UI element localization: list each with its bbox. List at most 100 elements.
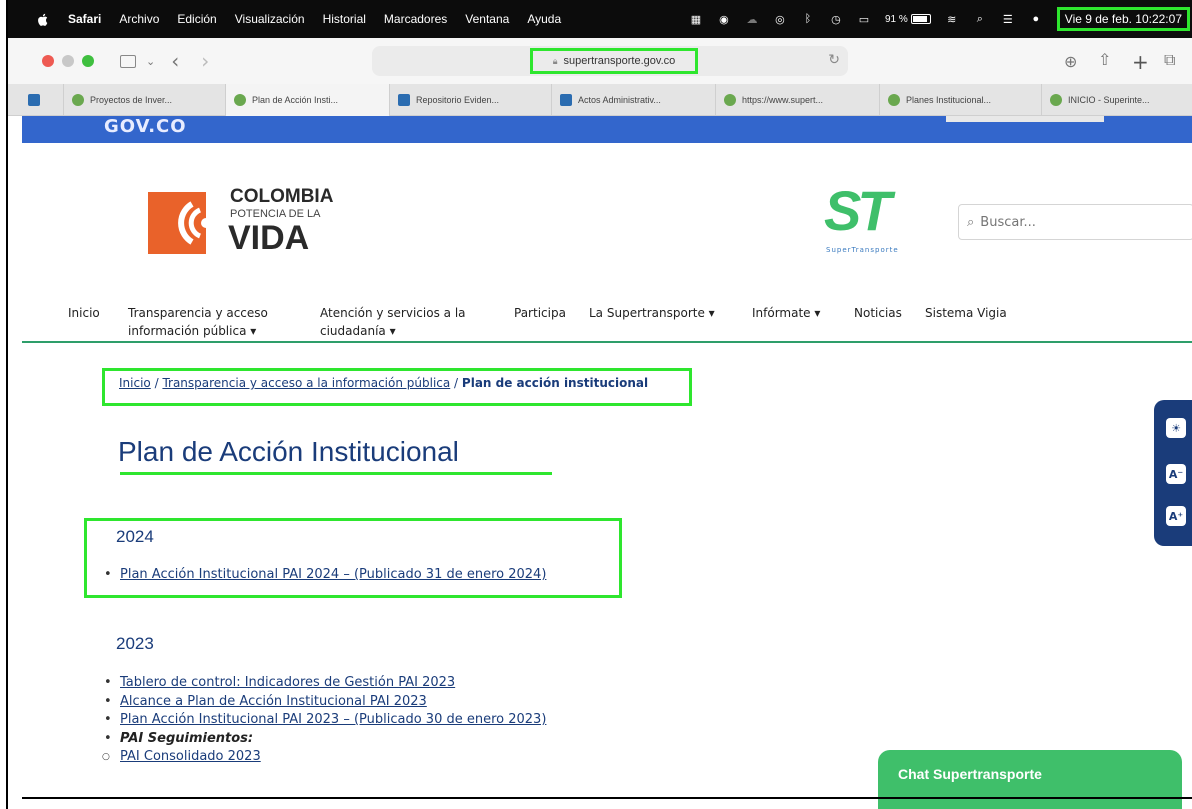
tab-inicio[interactable]: INICIO - Superinte...	[1042, 84, 1192, 116]
bluetooth-icon[interactable]: ᛒ	[801, 12, 815, 26]
list-2024: Plan Acción Institucional PAI 2024 – (Pu…	[100, 566, 546, 585]
colombia-potencia-logo[interactable]: COLOMBIA POTENCIA DE LA VIDA	[148, 186, 338, 258]
list-item: PAI Consolidado 2023	[100, 748, 546, 767]
menu-edicion[interactable]: Edición	[177, 12, 216, 26]
forward-icon[interactable]: ›	[201, 49, 209, 73]
menu-marcadores[interactable]: Marcadores	[384, 12, 447, 26]
drive-icon	[398, 94, 410, 106]
decrease-font-button[interactable]: A⁻	[1166, 464, 1186, 484]
close-window-button[interactable]	[42, 55, 54, 67]
list-item: Plan Acción Institucional PAI 2024 – (Pu…	[100, 566, 546, 585]
url-text[interactable]: supertransporte.gov.co	[564, 55, 676, 67]
play-icon[interactable]: ◉	[717, 12, 731, 26]
list-2023: Tablero de control: Indicadores de Gesti…	[100, 674, 546, 767]
tab-overview-icon[interactable]: ⧉	[1164, 50, 1175, 70]
pai-consolidado-link[interactable]: PAI Consolidado 2023	[120, 749, 261, 764]
supertransporte-favicon	[234, 94, 246, 106]
search-icon[interactable]: ⌕	[967, 215, 974, 230]
nav-transparencia-line1: Transparencia y acceso	[128, 306, 268, 320]
chevron-down-icon[interactable]: ⌄	[146, 55, 155, 68]
nav-sistema-vigia[interactable]: Sistema Vigia	[925, 304, 1007, 322]
search-input[interactable]	[980, 214, 1171, 230]
menu-visualizacion[interactable]: Visualización	[235, 12, 305, 26]
nav-inicio[interactable]: Inicio	[68, 304, 100, 322]
spotlight-search-icon[interactable]: ⌕	[973, 12, 987, 26]
site-search[interactable]: ⌕	[958, 204, 1192, 240]
apple-icon[interactable]	[36, 12, 50, 27]
year-heading-2023: 2023	[116, 634, 154, 653]
airdrop-icon[interactable]: ◎	[773, 12, 787, 26]
nav-atencion-line1: Atención y servicios a la	[320, 306, 466, 320]
breadcrumb-transparencia[interactable]: Transparencia y acceso a la información …	[162, 376, 450, 390]
list-item: Tablero de control: Indicadores de Gesti…	[100, 674, 546, 693]
battery-percent: 91 %	[884, 13, 908, 25]
breadcrumb-inicio[interactable]: Inicio	[119, 376, 151, 390]
browser-toolbar: ⌄ ‹ › 🔒︎ supertransporte.gov.co ↻ ⊕ ⇧ + …	[8, 38, 1192, 84]
download-icon[interactable]: ⊕	[1064, 52, 1077, 71]
tab-label: Planes Institucional...	[906, 95, 992, 105]
control-center-icon[interactable]: ☰	[1001, 12, 1015, 26]
nav-divider	[22, 341, 1192, 343]
tab-proyectos[interactable]: Proyectos de Inver...	[64, 84, 226, 116]
nav-supertransporte[interactable]: La Supertransporte ▾	[589, 304, 715, 322]
gov-co-bar: GOV.CO	[22, 116, 1192, 143]
st-logo-caption: SuperTransporte	[826, 246, 899, 254]
logo-line-vida: VIDA	[228, 219, 310, 257]
reload-icon[interactable]: ↻	[828, 52, 840, 68]
tab-actos[interactable]: Actos Administrativ...	[552, 84, 716, 116]
gov-bar-tab	[946, 116, 1104, 122]
list-item: PAI Seguimientos:	[100, 730, 546, 749]
minimize-window-button[interactable]	[62, 55, 74, 67]
list-item: Plan Acción Institucional PAI 2023 – (Pu…	[100, 711, 546, 730]
keyboard-icon[interactable]: ▦	[689, 12, 703, 26]
zoom-window-button[interactable]	[82, 55, 94, 67]
share-icon[interactable]: ⇧	[1098, 50, 1111, 69]
nav-participa[interactable]: Participa	[514, 304, 566, 322]
nav-transparencia[interactable]: Transparencia y acceso información públic…	[128, 304, 268, 340]
clock[interactable]: Vie 9 de feb. 10:22:07	[1056, 7, 1190, 31]
back-icon[interactable]: ‹	[171, 49, 179, 73]
pai-2024-link[interactable]: Plan Acción Institucional PAI 2024 – (Pu…	[120, 567, 546, 582]
browser-window: Safari Archivo Edición Visualización His…	[6, 0, 1192, 809]
supertransporte-logo[interactable]: ST SuperTransporte	[820, 179, 932, 260]
increase-font-button[interactable]: A⁺	[1166, 506, 1186, 526]
outlook-icon	[28, 94, 40, 106]
title-highlight	[120, 472, 552, 475]
tab-supert-url[interactable]: https://www.supert...	[716, 84, 880, 116]
tab-label: Proyectos de Inver...	[90, 95, 173, 105]
alcance-pai-link[interactable]: Alcance a Plan de Acción Institucional P…	[120, 694, 427, 709]
nav-atencion-line2: ciudadanía ▾	[320, 324, 396, 338]
tab-planes[interactable]: Planes Institucional...	[880, 84, 1042, 116]
tablero-control-link[interactable]: Tablero de control: Indicadores de Gesti…	[120, 675, 455, 690]
contrast-button[interactable]: ☀	[1166, 418, 1186, 438]
sidebar-icon[interactable]	[120, 54, 136, 68]
new-tab-icon[interactable]: +	[1132, 50, 1149, 74]
nav-informate[interactable]: Infórmate ▾	[752, 304, 820, 322]
tab-repositorio[interactable]: Repositorio Eviden...	[390, 84, 552, 116]
gov-co-logo[interactable]: GOV.CO	[104, 116, 187, 138]
tab-plan-accion[interactable]: Plan de Acción Insti...	[226, 84, 390, 116]
cloud-icon[interactable]: ☁	[745, 12, 759, 26]
wifi-icon[interactable]: ≋	[945, 12, 959, 26]
tab-label: Actos Administrativ...	[578, 95, 661, 105]
siri-icon[interactable]: ●	[1029, 12, 1043, 26]
time-machine-icon[interactable]: ◷	[829, 12, 843, 26]
tab-label: https://www.supert...	[742, 95, 824, 105]
menu-historial[interactable]: Historial	[323, 12, 366, 26]
tab-pinned-outlook[interactable]	[8, 84, 64, 116]
menu-archivo[interactable]: Archivo	[119, 12, 159, 26]
display-icon[interactable]: ▭	[857, 12, 871, 26]
menu-ayuda[interactable]: Ayuda	[527, 12, 561, 26]
menu-ventana[interactable]: Ventana	[465, 12, 509, 26]
supertransporte-favicon	[724, 94, 736, 106]
nav-atencion[interactable]: Atención y servicios a la ciudadanía ▾	[320, 304, 466, 340]
nav-noticias[interactable]: Noticias	[854, 304, 902, 322]
supertransporte-favicon	[888, 94, 900, 106]
pai-2023-link[interactable]: Plan Acción Institucional PAI 2023 – (Pu…	[120, 712, 546, 727]
battery-indicator[interactable]: 91 %	[885, 14, 931, 25]
address-bar[interactable]: 🔒︎ supertransporte.gov.co ↻	[372, 46, 848, 76]
menu-app-safari[interactable]: Safari	[68, 12, 101, 26]
chat-widget[interactable]: Chat Supertransporte	[878, 750, 1182, 809]
nav-transparencia-line2: información pública ▾	[128, 324, 257, 338]
tab-label: Repositorio Eviden...	[416, 95, 500, 105]
